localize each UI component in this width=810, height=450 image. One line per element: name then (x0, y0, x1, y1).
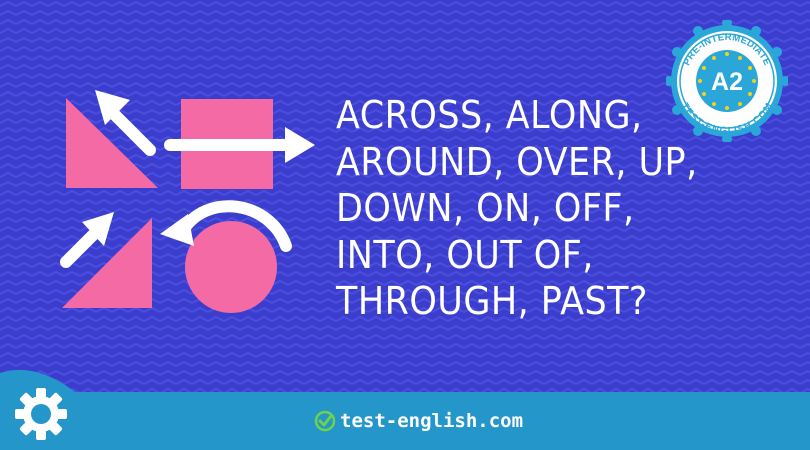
headline: ACROSS, ALONG, AROUND, OVER, UP, DOWN, O… (336, 92, 698, 325)
brand-text: test-english.com (340, 410, 524, 432)
headline-line: THROUGH, PAST? (336, 279, 648, 323)
settings-gear-icon[interactable] (0, 365, 86, 450)
headline-line: INTO, OUT OF, (336, 232, 594, 277)
badge-level: A2 (711, 68, 743, 96)
checkmark-icon (314, 410, 336, 432)
headline-line: ACROSS, ALONG, (336, 93, 643, 137)
headline-line: DOWN, ON, OFF, (336, 186, 635, 230)
level-badge: PRE-INTERMEDIATE TEST-ENGLISH.COM A2 (666, 20, 788, 142)
arrow-up-left-icon (104, 104, 156, 156)
brand-link[interactable]: test-english.com (314, 404, 523, 438)
headline-line: AROUND, OVER, UP, (336, 139, 698, 184)
pink-circle (185, 221, 277, 313)
